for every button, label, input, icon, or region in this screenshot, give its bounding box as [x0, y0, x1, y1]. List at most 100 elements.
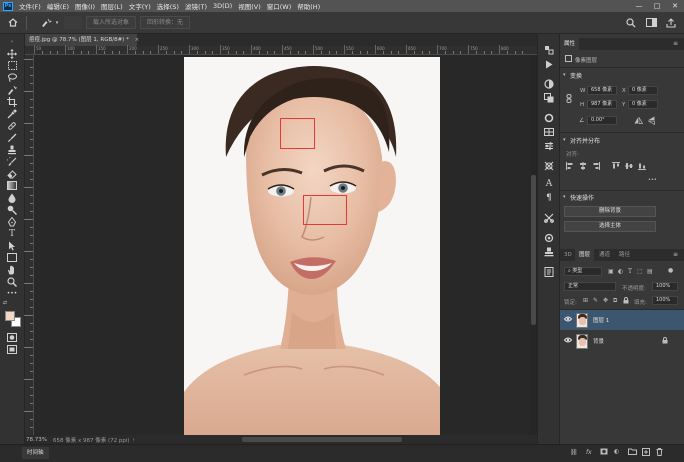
- eyedropper-tool-icon[interactable]: [5, 108, 19, 119]
- layer-filter-select[interactable]: ⌕ 类型: [564, 267, 602, 276]
- menu-type[interactable]: 文字(Y): [126, 1, 154, 11]
- color-panel-icon[interactable]: [543, 78, 555, 90]
- layer-row[interactable]: 图层 1: [560, 310, 684, 330]
- canvas-area[interactable]: [34, 55, 530, 435]
- home-icon[interactable]: [6, 16, 20, 30]
- new-layer-icon[interactable]: [642, 448, 650, 458]
- swap-colors-icon[interactable]: ⇄: [2, 300, 8, 306]
- fill-field[interactable]: 100%: [652, 296, 678, 305]
- brush-settings-icon[interactable]: [543, 232, 555, 244]
- share-icon[interactable]: [664, 16, 678, 30]
- minimize-button[interactable]: —: [630, 0, 648, 12]
- document-image[interactable]: [184, 57, 440, 435]
- menu-filter[interactable]: 滤镜(T): [182, 1, 210, 11]
- chevron-down-icon[interactable]: ▾: [54, 16, 60, 30]
- tool-presets-icon[interactable]: [543, 212, 555, 224]
- horizontal-scroll-thumb[interactable]: [242, 437, 402, 442]
- move-tool-icon[interactable]: [5, 48, 19, 59]
- filter-smart-icon[interactable]: ▤: [647, 268, 653, 275]
- tab-channels[interactable]: 通道: [595, 249, 614, 261]
- flip-vertical-icon[interactable]: [647, 116, 655, 127]
- healing-brush-icon[interactable]: [5, 120, 19, 131]
- styles-panel-icon[interactable]: [543, 160, 555, 172]
- lock-transparent-icon[interactable]: ⊞: [583, 297, 588, 304]
- brush-tool-icon[interactable]: [5, 132, 19, 143]
- blend-mode-select[interactable]: 正常: [564, 282, 616, 291]
- blur-tool-icon[interactable]: [5, 192, 19, 203]
- libraries-panel-icon[interactable]: [543, 126, 555, 138]
- zoom-level[interactable]: 78.73%: [25, 437, 53, 443]
- align-center-icon[interactable]: [579, 162, 587, 172]
- filter-adjust-icon[interactable]: ◐: [618, 268, 623, 275]
- align-right-icon[interactable]: [592, 162, 600, 172]
- type-tool-icon[interactable]: T: [5, 228, 19, 239]
- quick-mask-icon[interactable]: [5, 332, 19, 343]
- hand-tool-icon[interactable]: [5, 264, 19, 275]
- panel-menu-icon[interactable]: ≡: [673, 251, 678, 258]
- chevron-down-icon[interactable]: ▾: [563, 72, 566, 78]
- selection-box-cheek[interactable]: [303, 195, 347, 225]
- select-subject-button[interactable]: 选择主体: [564, 221, 656, 232]
- close-window-button[interactable]: ✕: [666, 0, 684, 12]
- menu-edit[interactable]: 编辑(E): [44, 1, 72, 11]
- zoom-tool-icon[interactable]: [5, 276, 19, 287]
- add-mask-icon[interactable]: [600, 448, 608, 457]
- paragraph-panel-icon[interactable]: ¶: [543, 192, 555, 204]
- layer-name[interactable]: 背景: [593, 337, 604, 345]
- gradient-tool-icon[interactable]: [5, 180, 19, 191]
- dodge-tool-icon[interactable]: [5, 204, 19, 215]
- filter-shape-icon[interactable]: ⬚: [637, 268, 643, 275]
- search-icon[interactable]: [624, 16, 638, 30]
- lock-all-icon[interactable]: [623, 297, 629, 306]
- menu-view[interactable]: 视图(V): [235, 1, 264, 11]
- learn-panel-icon[interactable]: [543, 112, 555, 124]
- filter-toggle-icon[interactable]: ●: [668, 267, 673, 274]
- adjustments-panel-icon[interactable]: [543, 140, 555, 152]
- lock-brush-icon[interactable]: ✎: [593, 297, 598, 304]
- opacity-field[interactable]: 100%: [652, 282, 678, 291]
- align-top-icon[interactable]: [612, 162, 620, 172]
- tab-3d[interactable]: 3D: [560, 249, 576, 261]
- object-selection-icon[interactable]: [5, 84, 19, 95]
- swatches-panel-icon[interactable]: [543, 92, 555, 104]
- crop-tool-icon[interactable]: [5, 96, 19, 107]
- foreground-color-swatch[interactable]: [5, 311, 15, 321]
- menu-window[interactable]: 窗口(W): [264, 1, 295, 11]
- menu-select[interactable]: 选择(S): [154, 1, 182, 11]
- remove-background-button[interactable]: 回形转换：无: [140, 16, 191, 29]
- screen-mode-icon[interactable]: [5, 344, 19, 355]
- angle-field[interactable]: 0.00°: [587, 116, 617, 125]
- tab-properties[interactable]: 属性: [560, 38, 580, 50]
- height-field[interactable]: 987 像素: [587, 100, 617, 109]
- collapse-arrows-icon[interactable]: »: [5, 36, 19, 47]
- lock-move-icon[interactable]: ✥: [603, 297, 608, 304]
- object-selection-tool-icon[interactable]: [39, 16, 53, 30]
- play-actions-icon[interactable]: [543, 58, 555, 70]
- chevron-down-icon[interactable]: ▾: [563, 137, 566, 143]
- remove-background-button[interactable]: 删除背景: [564, 206, 656, 217]
- path-selection-icon[interactable]: [5, 240, 19, 251]
- menu-3d[interactable]: 3D(D): [210, 2, 235, 10]
- properties-panel-icon[interactable]: [543, 266, 555, 278]
- x-field[interactable]: 0 像素: [628, 86, 658, 95]
- clone-source-icon[interactable]: [543, 246, 555, 258]
- delete-layer-icon[interactable]: [656, 448, 663, 458]
- character-panel-icon[interactable]: A: [543, 178, 555, 190]
- filter-type-icon[interactable]: T: [628, 268, 632, 275]
- layer-row[interactable]: 背景: [560, 331, 684, 351]
- eye-icon[interactable]: [563, 316, 573, 324]
- layer-name[interactable]: 图层 1: [593, 316, 609, 324]
- clone-stamp-icon[interactable]: [5, 144, 19, 155]
- vertical-scrollbar[interactable]: [530, 55, 537, 435]
- vertical-scroll-thumb[interactable]: [531, 175, 536, 325]
- select-mode-box[interactable]: [64, 16, 82, 29]
- select-subject-button[interactable]: 载入所选对象: [86, 16, 137, 29]
- align-left-icon[interactable]: [566, 162, 574, 172]
- selection-box-forehead[interactable]: [280, 118, 315, 149]
- timeline-tab[interactable]: 时间轴: [22, 447, 49, 459]
- more-tools-icon[interactable]: •••: [5, 288, 19, 299]
- adjustment-layer-icon[interactable]: ◐: [614, 448, 619, 455]
- align-bottom-icon[interactable]: [638, 162, 646, 172]
- maximize-button[interactable]: □: [648, 0, 666, 12]
- y-field[interactable]: 0 像素: [628, 100, 658, 109]
